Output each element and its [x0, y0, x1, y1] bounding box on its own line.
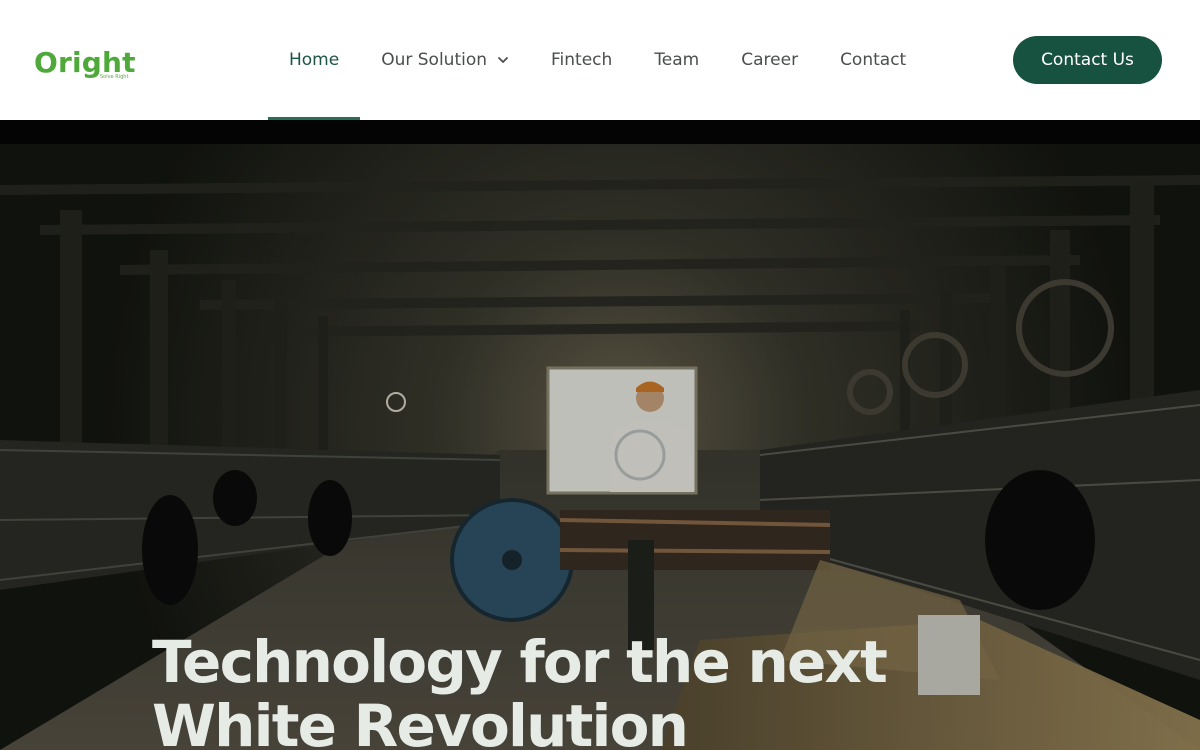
nav-item-contact[interactable]: Contact — [819, 0, 927, 120]
hero-title-line-2: White Revolution — [152, 692, 689, 750]
hero-title-line-1: Technology for the next — [152, 628, 888, 696]
logo-tagline: Solve Right — [100, 74, 129, 80]
nav-item-our-solution[interactable]: Our Solution — [360, 0, 530, 120]
hero-title: Technology for the next White Revolution — [152, 628, 888, 750]
nav-item-career[interactable]: Career — [720, 0, 819, 120]
nav-item-home[interactable]: Home — [268, 0, 361, 120]
logo[interactable]: Oright Solve Right — [34, 46, 136, 86]
nav-item-label: Our Solution — [381, 50, 488, 70]
site-header: Oright Solve Right Home Our Solution Fin… — [0, 0, 1200, 120]
main-nav: Home Our Solution Fintech Team Career Co… — [268, 0, 927, 120]
nav-item-team[interactable]: Team — [633, 0, 720, 120]
chevron-down-icon — [498, 57, 508, 63]
nav-item-fintech[interactable]: Fintech — [530, 0, 633, 120]
hero-section: Technology for the next White Revolution — [0, 120, 1200, 750]
contact-us-button[interactable]: Contact Us — [1013, 36, 1162, 84]
